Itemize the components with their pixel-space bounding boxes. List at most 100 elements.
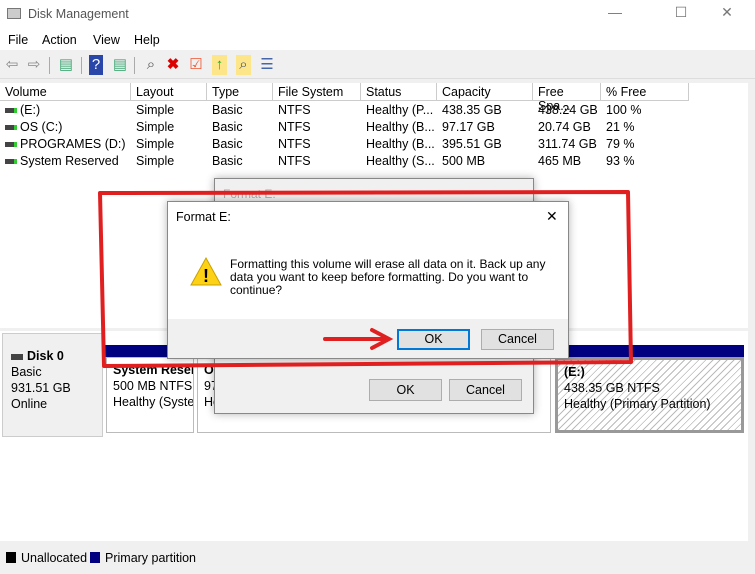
action-pane-icon[interactable]: ▤ [110,55,130,75]
toolbar: ⇦ ⇨ ▤ ? ▤ ⌕ ✖ ☑ ↑ ⌕ ☰ [0,51,755,79]
cell-text: 20.74 GB [538,120,591,134]
table-row[interactable]: System Reserved Simple Basic NTFS Healthy (S… [0,153,690,170]
connect-drive-icon[interactable]: ⌕ [141,55,161,75]
column-header-type[interactable]: Type [207,83,273,101]
cell-type: Basic [207,102,273,119]
table-row[interactable]: OS (C:) Simple Basic NTFS Healthy (B... 97.17… [0,119,690,136]
cell-text: NTFS [278,154,311,168]
cell-volume: PROGRAMES (D:) [0,136,131,153]
drive-icon [5,108,17,114]
minimize-button[interactable]: — [600,4,630,24]
separator [81,57,82,74]
cell-percent-free: 79 % [601,136,689,153]
cell-text: Basic [212,120,243,134]
cell-free-space: 20.74 GB [533,119,601,136]
dialog-close-button[interactable]: ✕ [546,208,558,225]
menu-help[interactable]: Help [134,33,160,47]
warning-icon: ! [190,256,222,286]
cell-file-system: NTFS [273,153,361,170]
disk-type: Basic [11,365,42,379]
checklist-icon[interactable]: ☰ [257,55,277,75]
cell-capacity: 97.17 GB [437,119,533,136]
cell-text: Basic [212,103,243,117]
cell-text: Healthy (B... [366,137,435,151]
folder-up-icon[interactable]: ↑ [212,55,227,75]
cell-file-system: NTFS [273,102,361,119]
cell-type: Basic [207,119,273,136]
close-button[interactable]: ✕ [712,4,742,24]
title-bar: Disk Management — ☐ ✕ [0,0,755,28]
primary-swatch [90,552,100,563]
cell-layout: Simple [131,136,207,153]
column-header-volume[interactable]: Volume [0,83,131,101]
disk-size: 931.51 GB [11,381,71,395]
cell-text: Healthy (S... [366,154,435,168]
folder-search-icon[interactable]: ⌕ [236,55,251,75]
back-icon[interactable]: ⇦ [2,55,22,75]
disk-name: Disk 0 [27,349,64,363]
cell-text: 438.24 GB [538,103,598,117]
console-tree-icon[interactable]: ▤ [56,55,76,75]
cell-text: NTFS [278,103,311,117]
cell-type: Basic [207,153,273,170]
cell-status: Healthy (B... [361,119,437,136]
cell-free-space: 438.24 GB [533,102,601,119]
menu-action[interactable]: Action [42,33,77,47]
cell-text: 97.17 GB [442,120,495,134]
partition-system-reserved[interactable]: System Reser 500 MB NTFS Healthy (Syste [106,357,194,433]
cell-text: 500 MB [442,154,486,168]
cell-text: Simple [136,154,175,168]
partition-e[interactable]: (E:) 438.35 GB NTFS Healthy (Primary Par… [555,357,744,433]
cell-capacity: 438.35 GB [437,102,533,119]
forward-icon[interactable]: ⇨ [24,55,44,75]
legend-primary-partition: Primary partition [105,551,196,565]
dialog-message: Formatting this volume will erase all da… [230,257,546,297]
drive-icon [5,159,17,165]
cell-volume: OS (C:) [0,119,131,136]
ok-button[interactable]: OK [397,329,470,350]
back-cancel-button[interactable]: Cancel [449,379,522,401]
column-header-free-space[interactable]: Free Spa... [533,83,601,113]
partition-name: (E:) [564,365,585,379]
cell-text: 465 MB [538,154,582,168]
cell-percent-free: 93 % [601,153,689,170]
cell-file-system: NTFS [273,136,361,153]
cell-file-system: NTFS [273,119,361,136]
column-header-percent-free[interactable]: % Free [601,83,689,101]
table-row[interactable]: (E:) Simple Basic NTFS Healthy (P... 438.35 G… [0,102,690,119]
maximize-button[interactable]: ☐ [666,4,696,24]
cell-text: System Reserved [20,154,119,168]
cell-text: Basic [212,137,243,151]
partition-name: System Reser [113,363,194,377]
cell-text: OS (C:) [20,120,63,134]
cell-text: NTFS [278,120,311,134]
column-header-status[interactable]: Status [361,83,437,101]
unallocated-swatch [6,552,16,563]
properties-icon[interactable]: ☑ [186,55,206,75]
delete-icon[interactable]: ✖ [163,55,183,75]
cell-text: NTFS [278,137,311,151]
drive-icon [5,142,17,148]
cell-percent-free: 100 % [601,102,689,119]
window-title: Disk Management [28,7,129,21]
cancel-button[interactable]: Cancel [481,329,554,350]
column-header-capacity[interactable]: Capacity [437,83,533,101]
menu-file[interactable]: File [8,33,28,47]
cell-text: 93 % [606,154,635,168]
separator [134,57,135,74]
cell-status: Healthy (P... [361,102,437,119]
cell-text: PROGRAMES (D:) [20,137,126,151]
cell-text: Healthy (P... [366,103,434,117]
back-ok-button[interactable]: OK [369,379,442,401]
cell-text: Basic [212,154,243,168]
cell-status: Healthy (B... [361,136,437,153]
column-header-layout[interactable]: Layout [131,83,207,101]
separator [49,57,50,74]
help-icon[interactable]: ? [89,55,103,75]
disk-label[interactable]: Disk 0 Basic 931.51 GB Online [2,333,103,437]
table-row[interactable]: PROGRAMES (D:) Simple Basic NTFS Healthy (B.… [0,136,690,153]
column-header-file-system[interactable]: File System [273,83,361,101]
cell-text: 79 % [606,137,635,151]
cell-text: 311.74 GB [538,137,597,151]
menu-view[interactable]: View [93,33,120,47]
